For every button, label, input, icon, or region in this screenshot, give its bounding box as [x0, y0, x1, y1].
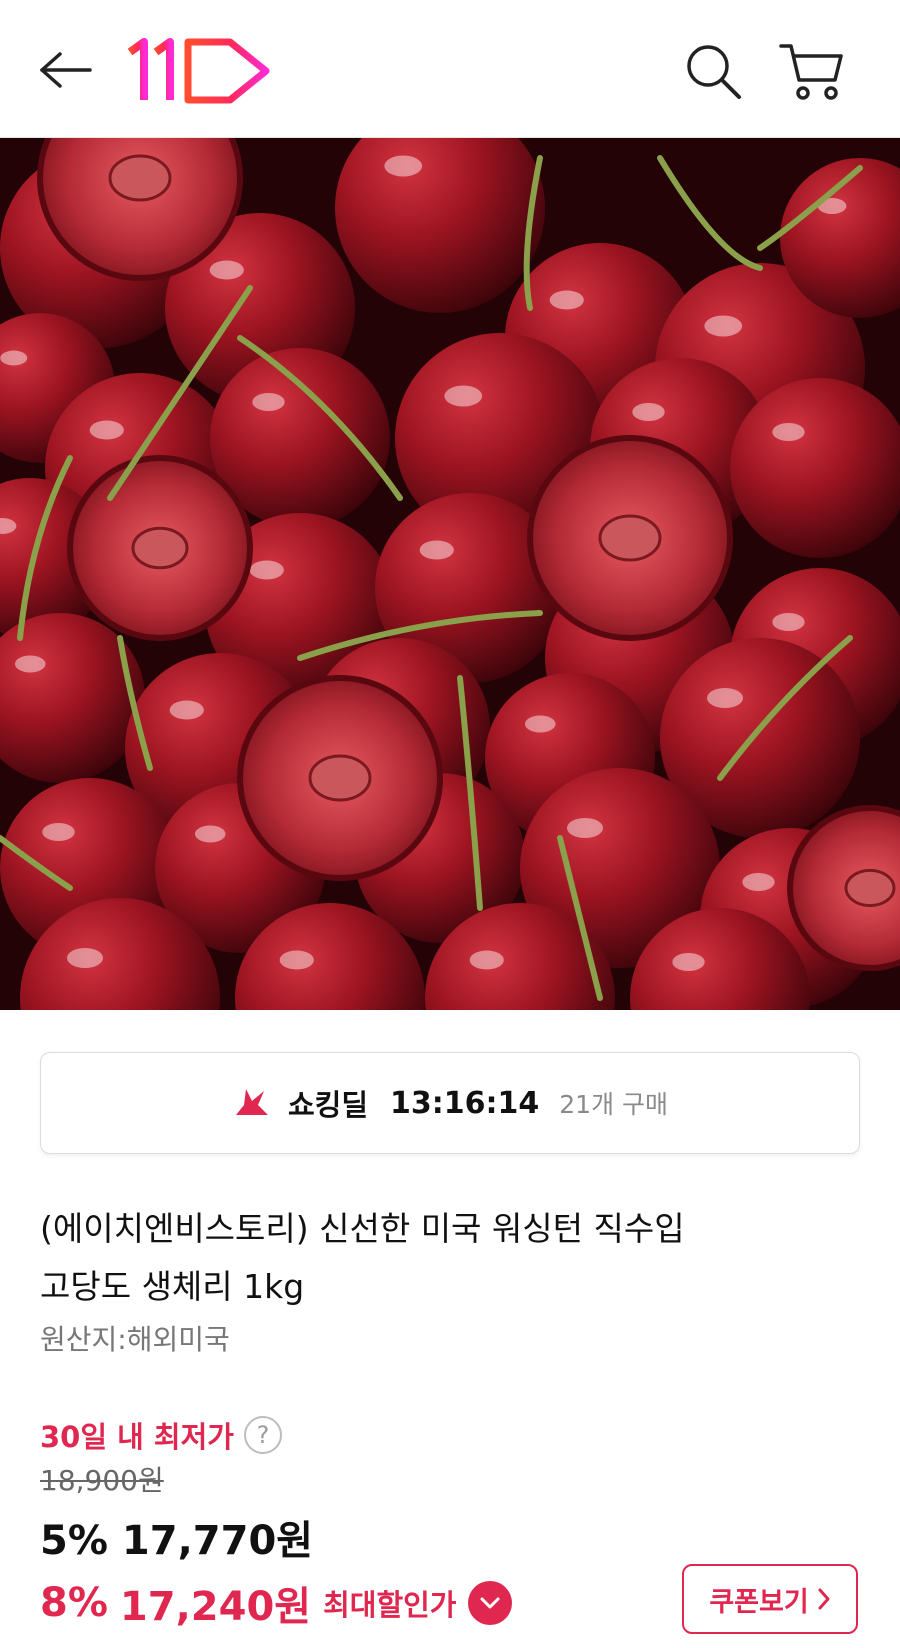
cherry-highlight — [42, 823, 75, 841]
max-discount-percent: 8% — [40, 1580, 108, 1626]
cherry-highlight — [252, 393, 285, 411]
deal-label: 쇼킹딜 — [287, 1088, 369, 1122]
shocking-deal-banner[interactable]: 쇼킹딜 13:16:14 21개 구매 — [40, 1052, 860, 1154]
cherry-highlight — [742, 873, 775, 891]
discount-percent: 5% — [40, 1518, 108, 1564]
sale-price: 17,770원 — [121, 1518, 314, 1564]
cherry-highlight — [194, 825, 226, 843]
cherry-highlight — [249, 560, 284, 580]
search-button[interactable] — [680, 38, 746, 104]
coupon-view-button[interactable]: 쿠폰보기 — [682, 1564, 858, 1634]
cherry-pit — [131, 526, 189, 570]
cherry-highlight — [469, 950, 504, 970]
shocking-deal-icon — [235, 1089, 268, 1115]
cherry-highlight — [707, 688, 743, 708]
cherry-highlight — [567, 818, 603, 838]
coupon-label: 쿠폰보기 — [709, 1586, 809, 1618]
top-header — [0, 0, 900, 138]
sale-price-line: 5% 17,770원 — [40, 1508, 313, 1566]
deal-timer: 13:16:14 — [390, 1085, 540, 1121]
search-icon — [687, 45, 741, 99]
cherry-highlight — [632, 403, 665, 421]
lowest-price-label: 30일 내 최저가 — [40, 1420, 234, 1454]
max-discount-price: 17,240원 — [119, 1584, 312, 1630]
cherry-highlight — [772, 423, 805, 441]
max-discount-label: 최대할인가 — [323, 1588, 457, 1622]
back-button[interactable] — [34, 42, 98, 98]
cherry-highlight — [0, 350, 28, 366]
chevron-right-icon — [818, 1588, 830, 1610]
product-title-line1: (에이치엔비스토리) 신선한 미국 워싱턴 직수입 — [40, 1209, 685, 1248]
cherry-highlight — [672, 953, 705, 971]
cherry-highlight — [549, 290, 584, 310]
cherry-highlight — [772, 613, 805, 631]
cart-button[interactable] — [776, 38, 848, 104]
cherry-highlight — [384, 155, 423, 177]
arrow-left-icon — [40, 52, 92, 88]
cherry-highlight — [89, 420, 124, 440]
cherry-highlight — [524, 715, 556, 733]
product-title-line2: 고당도 생체리 1kg — [40, 1267, 305, 1306]
cherry-highlight — [67, 948, 103, 968]
cherry-highlight — [169, 700, 204, 720]
cherry-highlight — [14, 655, 46, 673]
11st-logo[interactable] — [126, 36, 276, 106]
cherry-pit — [844, 868, 896, 908]
chevron-down-icon[interactable] — [468, 1581, 513, 1625]
purchase-count: 21개 구매 — [559, 1090, 669, 1119]
origin-text: 원산지:해외미국 — [40, 1323, 230, 1356]
cherry-pit — [308, 754, 372, 802]
cherry-highlight — [419, 540, 454, 560]
original-price: 18,900원 — [40, 1464, 164, 1497]
cherry-pit — [108, 154, 172, 202]
lowest-price-30days: 30일 내 최저가 ? — [40, 1414, 282, 1456]
product-image-carousel[interactable] — [0, 138, 900, 1010]
cherry-pit — [598, 514, 662, 562]
cart-icon — [779, 44, 843, 100]
cherries-image — [0, 138, 900, 1010]
question-icon[interactable]: ? — [243, 1416, 282, 1454]
cherry-highlight — [279, 950, 314, 970]
cherry-highlight — [444, 385, 483, 407]
product-title: (에이치엔비스토리) 신선한 미국 워싱턴 직수입 고당도 생체리 1kg — [40, 1200, 860, 1316]
cherry-highlight — [704, 315, 743, 337]
cherry-highlight — [209, 260, 244, 280]
max-discount-line: 8% 17,240원 최대할인가 — [40, 1574, 513, 1632]
